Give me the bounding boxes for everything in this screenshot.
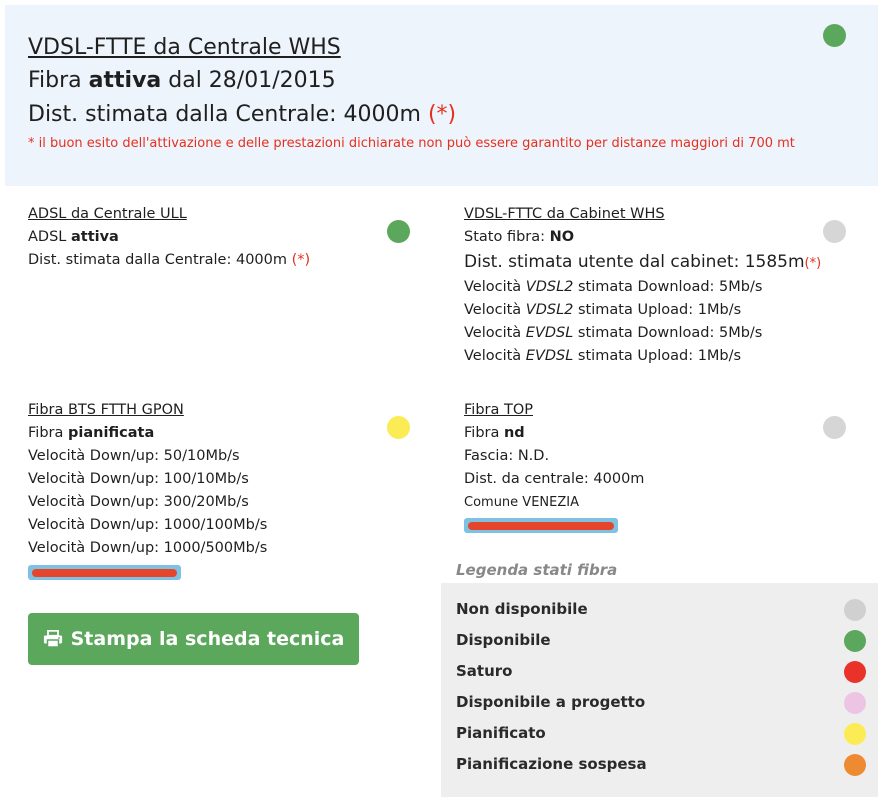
adsl-title[interactable]: ADSL da Centrale ULL [28, 203, 310, 226]
gpon-speed-row: Velocità Down/up: 300/20Mb/s [28, 494, 249, 510]
legend-color-dot [844, 599, 866, 621]
vdsl-section: VDSL-FTTC da Cabinet WHS Stato fibra: NO… [464, 203, 821, 368]
main-service-title[interactable]: VDSL-FTTE da Centrale WHS [28, 35, 341, 60]
legend-label: Saturo [456, 662, 513, 680]
vdsl-speed-post: stimata Upload: 1Mb/s [573, 302, 742, 318]
vdsl-status: Stato fibra: NO [464, 226, 821, 249]
vdsl-speed-row: Velocità EVDSL stimata Upload: 1Mb/s [464, 345, 821, 368]
legend-label: Disponibile [456, 631, 551, 649]
legend-color-dot [844, 630, 866, 652]
adsl-status-value: attiva [70, 229, 119, 245]
vdsl-speed-post: stimata Download: 5Mb/s [573, 325, 763, 341]
print-datasheet-button[interactable]: Stampa la scheda tecnica [28, 613, 359, 665]
fibra-top-section: Fibra TOP Fibra nd Fascia: N.D. Dist. da… [464, 399, 644, 514]
fibra-top-fascia: Fascia: N.D. [464, 448, 550, 464]
vdsl-title[interactable]: VDSL-FTTC da Cabinet WHS [464, 203, 821, 226]
legend-item: Pianificato [456, 721, 866, 745]
adsl-status: ADSL attiva [28, 226, 310, 249]
vdsl-speed-post: stimata Download: 5Mb/s [573, 279, 763, 295]
legend-item: Pianificazione sospesa [456, 752, 866, 776]
vdsl-distance-label: Dist. stimata utente dal cabinet: 1585m [464, 252, 805, 272]
gpon-status-value: pianificata [67, 425, 155, 441]
fibra-top-status: Fibra nd [464, 422, 644, 445]
vdsl-speed-tech: VDSL2 [525, 302, 574, 318]
legend-label: Pianificato [456, 724, 546, 742]
redaction-mark [464, 518, 618, 533]
adsl-distance: Dist. stimata dalla Centrale: 4000m (*) [28, 249, 310, 272]
legend-item: Saturo [456, 659, 866, 683]
vdsl-distance: Dist. stimata utente dal cabinet: 1585m(… [464, 249, 821, 276]
gpon-speed-row: Velocità Down/up: 1000/100Mb/s [28, 517, 268, 533]
vdsl-speed-tech: VDSL2 [525, 279, 574, 295]
legend-color-dot [844, 754, 866, 776]
fibra-top-distance: Dist. da centrale: 4000m [464, 471, 645, 487]
adsl-distance-mark: (*) [291, 252, 311, 268]
main-status-value: attiva [88, 68, 162, 93]
vdsl-speed-tech: EVDSL [525, 325, 574, 341]
main-distance-mark: (*) [427, 102, 457, 127]
legend-label: Disponibile a progetto [456, 693, 646, 711]
main-service-note: * il buon esito dell'attivazione e delle… [28, 136, 795, 151]
adsl-section: ADSL da Centrale ULL ADSL attiva Dist. s… [28, 203, 310, 272]
main-distance-label: Dist. stimata dalla Centrale: 4000m [28, 102, 428, 127]
fibra-top-status-value: nd [503, 425, 525, 441]
gpon-section: Fibra BTS FTTH GPON Fibra pianificata Ve… [28, 399, 267, 560]
redaction-mark [28, 565, 181, 580]
print-button-label: Stampa la scheda tecnica [70, 628, 345, 650]
vdsl-speed-pre: Velocità [464, 279, 526, 295]
printer-icon [43, 630, 62, 648]
main-service-status: Fibra attiva dal 28/01/2015 [28, 68, 336, 93]
gpon-speed-row: Velocità Down/up: 100/10Mb/s [28, 471, 249, 487]
main-service-panel: VDSL-FTTE da Centrale WHS Fibra attiva d… [5, 5, 878, 186]
legend-item: Disponibile [456, 628, 866, 652]
fibra-top-title[interactable]: Fibra TOP [464, 399, 644, 422]
legend-label: Pianificazione sospesa [456, 755, 647, 773]
main-status-indicator [823, 24, 846, 47]
vdsl-speed-post: stimata Upload: 1Mb/s [573, 348, 742, 364]
main-status-prefix: Fibra [28, 68, 89, 93]
legend-panel: Non disponibile Disponibile Saturo Dispo… [441, 583, 878, 797]
adsl-status-prefix: ADSL [28, 229, 71, 245]
fibra-top-status-indicator [823, 416, 846, 439]
vdsl-status-indicator [823, 220, 846, 243]
main-service-distance: Dist. stimata dalla Centrale: 4000m (*) [28, 102, 456, 127]
vdsl-speed-pre: Velocità [464, 302, 526, 318]
gpon-title[interactable]: Fibra BTS FTTH GPON [28, 399, 267, 422]
gpon-speed-row: Velocità Down/up: 50/10Mb/s [28, 448, 240, 464]
main-status-suffix: dal 28/01/2015 [161, 68, 336, 93]
gpon-status-prefix: Fibra [28, 425, 68, 441]
fibra-top-status-prefix: Fibra [464, 425, 504, 441]
fibra-top-comune: Comune VENEZIA [464, 495, 579, 510]
gpon-status: Fibra pianificata [28, 422, 267, 445]
vdsl-speed-row: Velocità VDSL2 stimata Upload: 1Mb/s [464, 299, 821, 322]
vdsl-speed-pre: Velocità [464, 348, 526, 364]
legend-color-dot [844, 661, 866, 683]
vdsl-speed-tech: EVDSL [525, 348, 574, 364]
vdsl-speed-row: Velocità VDSL2 stimata Download: 5Mb/s [464, 276, 821, 299]
legend-item: Non disponibile [456, 597, 866, 621]
legend-title: Legenda stati fibra [456, 561, 618, 579]
legend-color-dot [844, 692, 866, 714]
adsl-status-indicator [387, 220, 410, 243]
legend-color-dot [844, 723, 866, 745]
gpon-status-indicator [387, 416, 410, 439]
vdsl-speed-pre: Velocità [464, 325, 526, 341]
vdsl-distance-mark: (*) [804, 256, 822, 271]
adsl-distance-label: Dist. stimata dalla Centrale: 4000m [28, 252, 292, 268]
vdsl-status-prefix: Stato fibra: [464, 229, 550, 245]
vdsl-status-value: NO [549, 229, 575, 245]
vdsl-speed-row: Velocità EVDSL stimata Download: 5Mb/s [464, 322, 821, 345]
gpon-speed-row: Velocità Down/up: 1000/500Mb/s [28, 540, 268, 556]
legend-item: Disponibile a progetto [456, 690, 866, 714]
legend-label: Non disponibile [456, 600, 588, 618]
